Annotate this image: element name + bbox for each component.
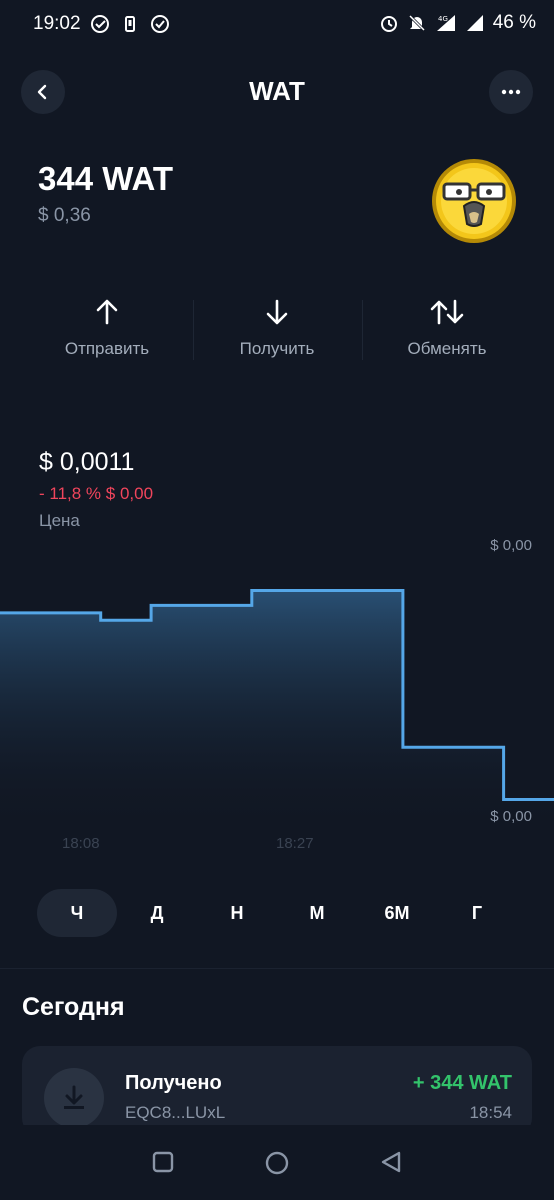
price-change: - 11,8 % $ 0,00: [39, 484, 154, 503]
check-outline-icon: [151, 15, 169, 33]
signal-icon: [466, 15, 483, 31]
send-label: Отправить: [64, 339, 150, 358]
system-navigation-bar: [0, 1125, 554, 1200]
recents-icon[interactable]: [152, 1151, 174, 1173]
price-label: Цена: [39, 511, 80, 530]
receive-label: Получить: [239, 339, 315, 358]
send-action[interactable]: Отправить: [22, 298, 192, 359]
period-tab-week[interactable]: Н: [197, 889, 277, 937]
transaction-time: 18:54: [469, 1103, 512, 1122]
swap-icon: [430, 299, 464, 325]
fiat-balance: $ 0,36: [38, 205, 91, 226]
period-tab-day[interactable]: Д: [117, 889, 197, 937]
chart-x-label: 18:08: [62, 835, 100, 852]
period-tab-year[interactable]: Г: [437, 889, 517, 937]
chart-x-label: 18:27: [276, 835, 314, 852]
history-section-title: Сегодня: [22, 993, 125, 1021]
battery-level: 46 %: [492, 12, 536, 33]
check-circle-icon: [91, 15, 109, 33]
section-divider: [0, 968, 554, 969]
more-horizontal-icon: [501, 89, 521, 95]
token-price: $ 0,0011: [39, 448, 135, 476]
token-balance: 344 WAT: [38, 160, 174, 197]
period-tab-hour[interactable]: Ч: [37, 889, 117, 937]
swap-label: Обменять: [407, 339, 487, 358]
receive-action[interactable]: Получить: [192, 298, 362, 359]
download-icon: [64, 1085, 84, 1109]
token-logo: [432, 159, 516, 243]
back-nav-icon[interactable]: [380, 1151, 402, 1173]
status-notification-icons: [90, 14, 170, 34]
transaction-address: EQC8...LUxL: [125, 1103, 226, 1122]
period-tab-month[interactable]: М: [277, 889, 357, 937]
status-bar: 19:02 4G 46 %: [0, 0, 554, 50]
arrow-up-icon: [96, 299, 118, 325]
transaction-amount: + 344 WAT: [412, 1072, 512, 1094]
status-time: 19:02: [33, 13, 81, 34]
period-tab-6months[interactable]: 6М: [357, 889, 437, 937]
phone-icon: [125, 16, 135, 32]
price-chart[interactable]: [0, 560, 554, 830]
swap-action[interactable]: Обменять: [362, 298, 532, 359]
alarm-icon: [380, 16, 397, 32]
chart-min-label: $ 0,00: [490, 808, 532, 825]
status-system-icons: 4G 46 %: [379, 12, 536, 34]
signal-4g-icon: 4G: [436, 15, 455, 31]
transaction-type-icon: [44, 1068, 104, 1128]
more-options-button[interactable]: [489, 70, 533, 114]
page-title: WAT: [249, 76, 305, 106]
svg-text:4G: 4G: [438, 15, 448, 23]
arrow-down-icon: [266, 299, 288, 325]
transaction-card[interactable]: Получено EQC8...LUxL + 344 WAT 18:54: [22, 1046, 532, 1136]
chart-area-fill: [0, 590, 554, 830]
transaction-title: Получено: [125, 1072, 222, 1094]
home-icon[interactable]: [265, 1151, 289, 1175]
chart-max-label: $ 0,00: [490, 537, 532, 554]
bell-off-icon: [408, 14, 425, 32]
